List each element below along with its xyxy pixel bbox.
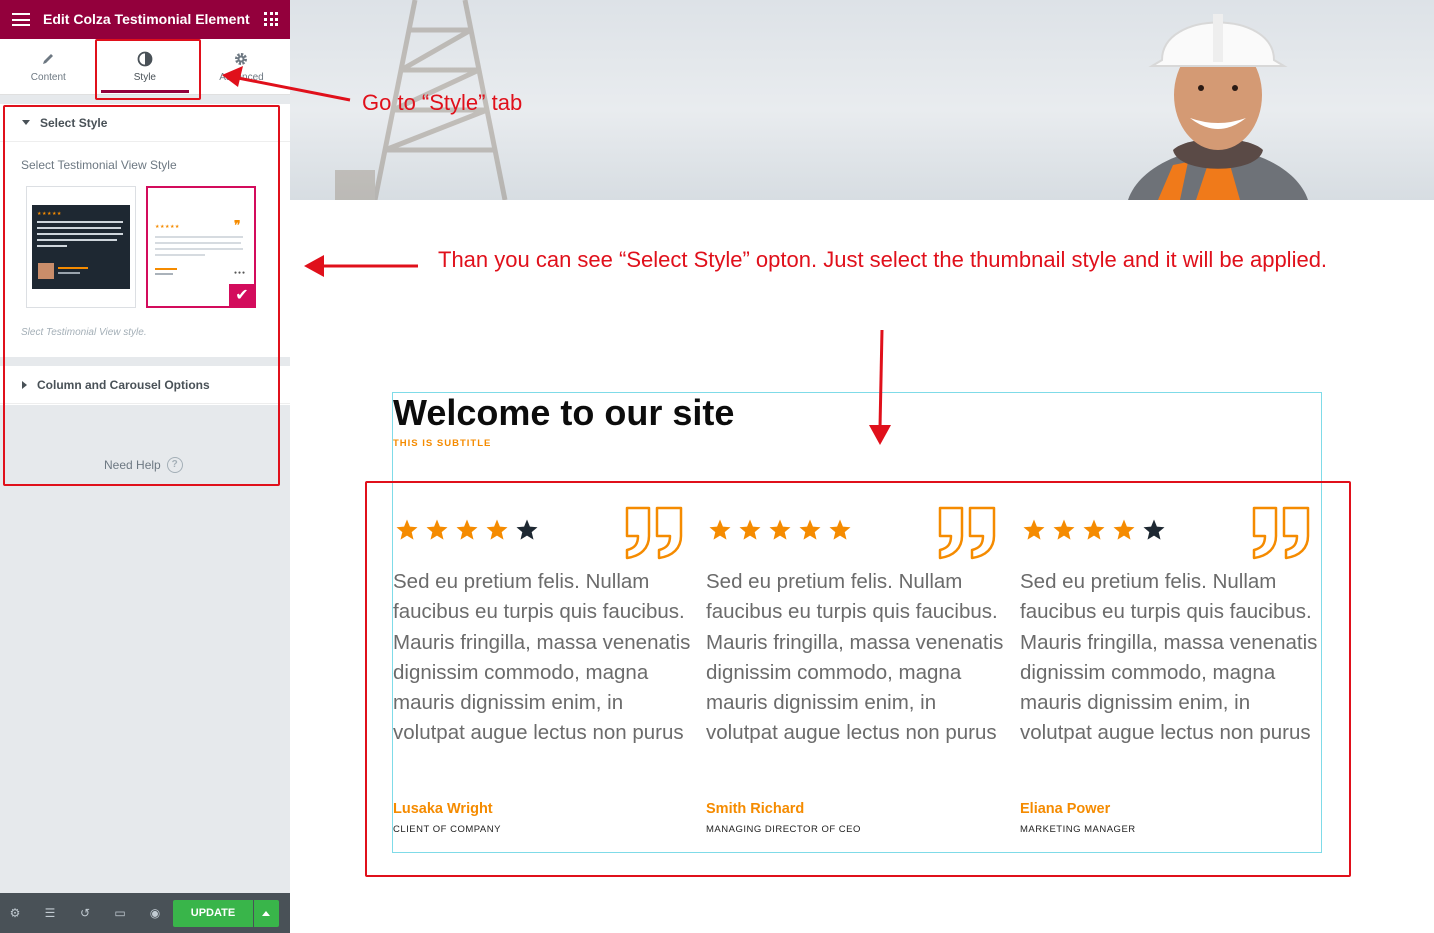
- responsive-icon[interactable]: ▭: [113, 906, 127, 920]
- update-button[interactable]: UPDATE: [173, 900, 253, 927]
- annotation-style-tab: Go to “Style” tab: [362, 90, 523, 115]
- panel-header: Edit Colza Testimonial Element: [0, 0, 290, 39]
- tab-content[interactable]: Content: [0, 39, 97, 95]
- widgets-grid-icon[interactable]: [264, 12, 278, 26]
- tab-advanced[interactable]: Advanced: [193, 39, 290, 95]
- settings-icon[interactable]: ⚙: [8, 906, 22, 920]
- annotation-select-style: Than you can see “Select Style” opton. J…: [438, 247, 1328, 272]
- update-options-button[interactable]: [254, 900, 279, 927]
- highlight-testimonials: [365, 481, 1351, 877]
- section-title: Welcome to our site: [393, 392, 735, 433]
- highlight-style-tab: [95, 39, 201, 100]
- worker-photo: [1128, 14, 1308, 200]
- panel-title: Edit Colza Testimonial Element: [43, 11, 250, 27]
- highlight-select-style: [3, 105, 280, 486]
- pencil-icon: [43, 54, 54, 64]
- gear-icon: [235, 53, 248, 65]
- tab-label: Content: [30, 72, 66, 83]
- navigator-icon[interactable]: ☰: [43, 906, 57, 920]
- history-icon[interactable]: ↺: [78, 906, 92, 920]
- section-subtitle: THIS IS SUBTITLE: [393, 438, 492, 449]
- preview-icon[interactable]: ◉: [148, 906, 162, 920]
- menu-icon[interactable]: [12, 13, 30, 26]
- tab-label: Advanced: [219, 72, 264, 83]
